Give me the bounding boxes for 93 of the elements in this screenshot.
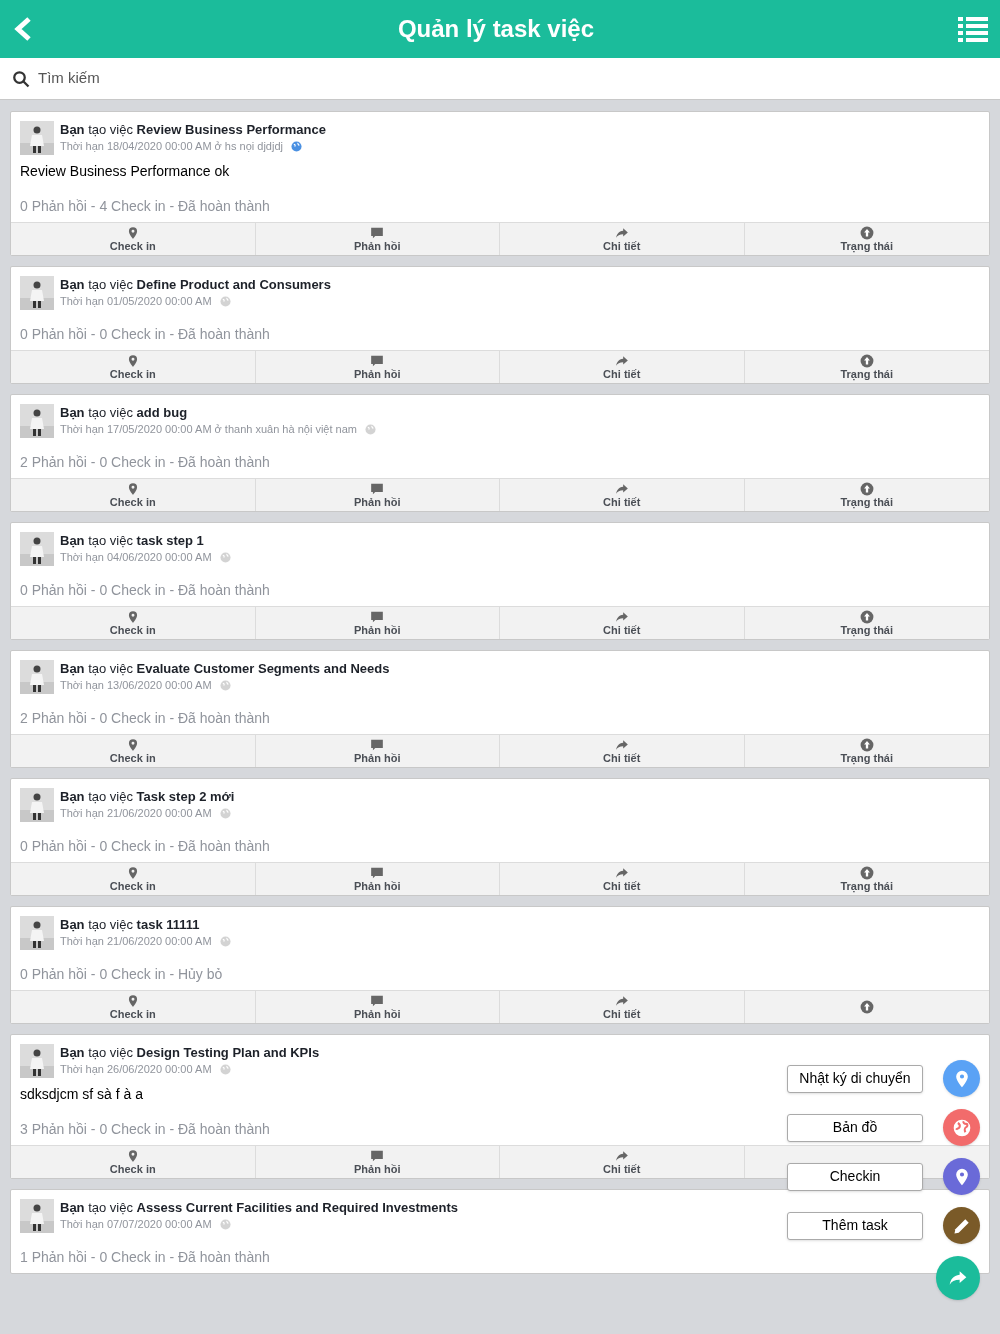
task-title: Bạn tạo việc Review Business Performance [60,121,326,138]
up-arrow-circle-icon [859,1000,874,1014]
action-button[interactable]: Check in [11,991,256,1023]
task-summary: 0 Phản hồi - 4 Check in - Đã hoàn thành [20,197,270,215]
task-deadline: Thời hạn 21/06/2020 00:00 AM [60,806,212,821]
task-deadline: Thời hạn 13/06/2020 00:00 AM [60,678,212,693]
action-button[interactable]: Chi tiết [500,735,745,767]
task-deadline: Thời hạn 04/06/2020 00:00 AM [60,550,212,565]
action-button[interactable]: Phản hồi [255,1146,500,1178]
comment-icon [370,226,385,240]
action-button[interactable]: Chi tiết [500,223,745,255]
share-arrow-icon [614,738,629,752]
search-icon [12,69,30,88]
action-button[interactable]: Phản hồi [255,735,500,767]
task-deadline: Thời hạn 01/05/2020 00:00 AM [60,294,212,309]
share-arrow-icon [614,482,629,496]
task-title: Bạn tạo việc Assess Current Facilities and Required Investments [60,1199,459,1216]
task-title: Bạn tạo việc Define Product and Consumers [60,276,331,293]
task-description: sdksdjcm sf sà f à a [20,1085,143,1104]
task-summary: 2 Phản hồi - 0 Check in - Đã hoàn thành [20,709,270,727]
globe-icon [951,1117,972,1138]
action-button[interactable]: Phản hồi [255,991,500,1023]
action-button[interactable]: Check in [11,863,256,895]
list-menu-icon[interactable] [958,15,988,43]
action-button[interactable]: Phản hồi [255,479,500,511]
up-arrow-circle-icon [859,482,874,496]
task-title: Bạn tạo việc task step 1 [60,532,205,549]
action-button[interactable]: Chi tiết [500,607,745,639]
action-button[interactable]: Phản hồi [255,351,500,383]
task-summary: 3 Phản hồi - 0 Check in - Đã hoàn thành [20,1120,270,1138]
up-arrow-circle-icon [859,866,874,880]
comment-icon [370,1149,385,1163]
task-summary: 2 Phản hồi - 0 Check in - Đã hoàn thành [20,453,270,471]
action-button[interactable]: Phản hồi [255,607,500,639]
up-arrow-circle-icon [859,354,874,368]
share-arrow-icon [614,354,629,368]
share-arrow-icon [614,1149,629,1163]
page-title: Quản lý task việc [397,14,595,44]
share-arrow-icon [614,610,629,624]
action-button[interactable]: Chi tiết [500,1146,745,1178]
action-button[interactable]: Phản hồi [255,223,500,255]
task-deadline: Thời hạn 17/05/2020 00:00 AM ở thanh xuân hà nội việt nam [60,422,357,437]
share-arrow-icon [614,226,629,240]
action-button[interactable]: Check in [11,351,256,383]
up-arrow-circle-icon [859,226,874,240]
task-summary: 0 Phản hồi - 0 Check in - Đã hoàn thành [20,837,270,855]
task-title: Bạn tạo việc Design Testing Plan and KPIs [60,1044,320,1061]
task-title: Bạn tạo việc task 11111 [60,916,201,933]
task-summary: 0 Phản hồi - 0 Check in - Đã hoàn thành [20,581,270,599]
share-fab-button[interactable] [936,1256,980,1300]
comment-icon [370,738,385,752]
task-summary: 1 Phản hồi - 0 Check in - Đã hoàn thành [20,1248,270,1266]
task-description: Review Business Performance ok [20,162,230,181]
action-button[interactable]: Chi tiết [500,863,745,895]
task-title: Bạn tạo việc Task step 2 mới [60,788,235,805]
action-button[interactable]: Check in [11,479,256,511]
action-button[interactable]: Check in [11,1146,256,1178]
up-arrow-circle-icon [859,738,874,752]
comment-icon [370,482,385,496]
comment-icon [370,994,385,1008]
task-title: Bạn tạo việc Evaluate Customer Segments and Needs [60,660,390,677]
menu-label-button[interactable]: Bản đồ [787,1113,923,1142]
action-button[interactable]: Phản hồi [255,863,500,895]
action-button[interactable]: Trạng thái [744,351,989,383]
task-deadline: Thời hạn 21/06/2020 00:00 AM [60,934,212,949]
action-button[interactable]: Check in [11,223,256,255]
task-deadline: Thời hạn 18/04/2020 00:00 AM ở hs nọi djdjdj [60,139,283,154]
task-deadline: Thời hạn 26/06/2020 00:00 AM [60,1062,212,1077]
up-arrow-circle-icon [859,610,874,624]
task-summary: 0 Phản hồi - 0 Check in - Đã hoàn thành [20,325,270,343]
menu-label-button[interactable]: Thêm task [787,1211,923,1240]
task-title: Bạn tạo việc add bug [60,404,189,421]
task-summary: 0 Phản hồi - 0 Check in - Hủy bỏ [20,965,223,983]
action-button[interactable]: Trạng thái [744,863,989,895]
comment-icon [370,354,385,368]
share-arrow-icon [614,866,629,880]
action-button[interactable]: Trạng thái [744,607,989,639]
share-arrow-icon [614,994,629,1008]
comment-icon [370,866,385,880]
action-button[interactable]: Trạng thái [744,479,989,511]
action-button[interactable]: Chi tiết [500,479,745,511]
task-deadline: Thời hạn 07/07/2020 00:00 AM [60,1217,212,1232]
action-button[interactable]: Check in [11,735,256,767]
action-button[interactable]: Chi tiết [500,991,745,1023]
action-button[interactable]: Chi tiết [500,351,745,383]
search-field[interactable]: Tìm kiếm [0,58,1000,100]
search-input[interactable]: Tìm kiếm [38,67,988,90]
menu-label-button[interactable]: Nhật ký di chuyển [787,1064,923,1093]
comment-icon [370,610,385,624]
menu-label-button[interactable]: Checkin [787,1162,923,1191]
action-button[interactable]: Check in [11,607,256,639]
action-button[interactable]: Trạng thái [744,223,989,255]
action-button[interactable]: Trạng thái [744,735,989,767]
